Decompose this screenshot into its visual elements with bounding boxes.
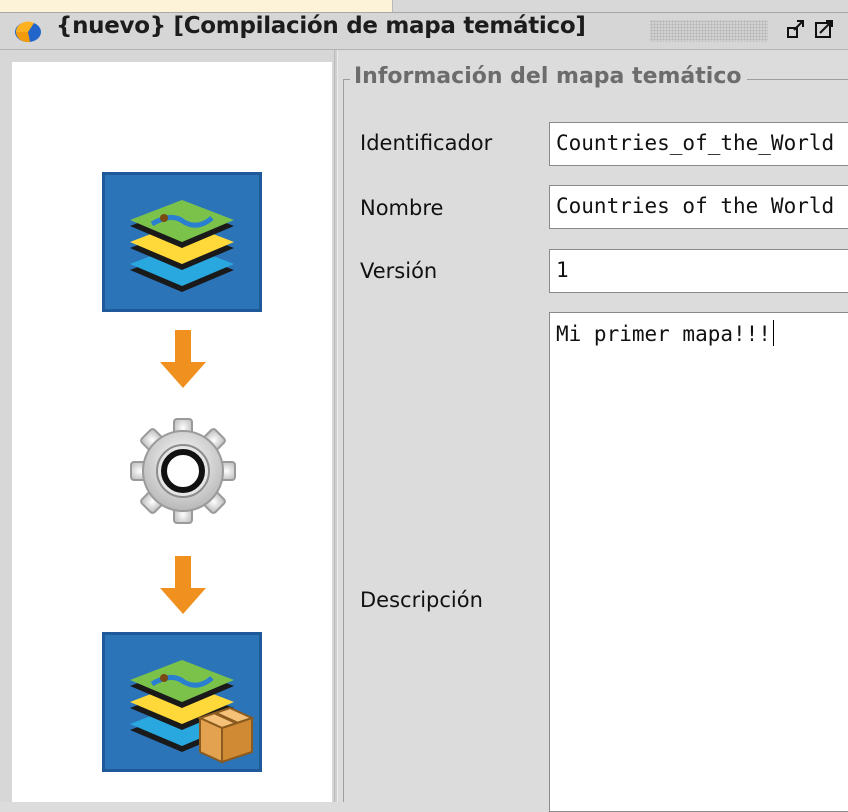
down-arrow-icon <box>160 330 206 388</box>
thematic-map-layers-icon <box>102 172 262 312</box>
version-field[interactable]: 1 <box>549 249 848 293</box>
packaged-map-icon <box>102 632 262 772</box>
text-caret <box>772 320 774 346</box>
title-bar-grip[interactable] <box>650 20 768 42</box>
description-label: Descripción <box>360 588 483 612</box>
restore-icon[interactable] <box>786 18 806 40</box>
top-strip <box>0 0 848 12</box>
app-logo-icon <box>15 21 41 43</box>
description-text: Mi primer mapa!!! <box>556 322 771 346</box>
identifier-label: Identificador <box>360 131 493 155</box>
description-textarea[interactable]: Mi primer mapa!!! <box>549 312 848 812</box>
name-field[interactable]: Countries of the World <box>549 185 848 229</box>
identifier-field[interactable]: Countries_of_the_World <box>549 122 848 166</box>
version-label: Versión <box>360 259 438 283</box>
down-arrow-icon <box>160 556 206 614</box>
name-label: Nombre <box>360 196 444 220</box>
window-title: {nuevo} [Compilación de mapa temático] <box>56 13 586 39</box>
gear-icon <box>130 418 236 524</box>
group-title: Información del mapa temático <box>350 64 748 89</box>
maximize-icon[interactable] <box>814 18 834 40</box>
previous-tab-fragment <box>0 0 393 12</box>
